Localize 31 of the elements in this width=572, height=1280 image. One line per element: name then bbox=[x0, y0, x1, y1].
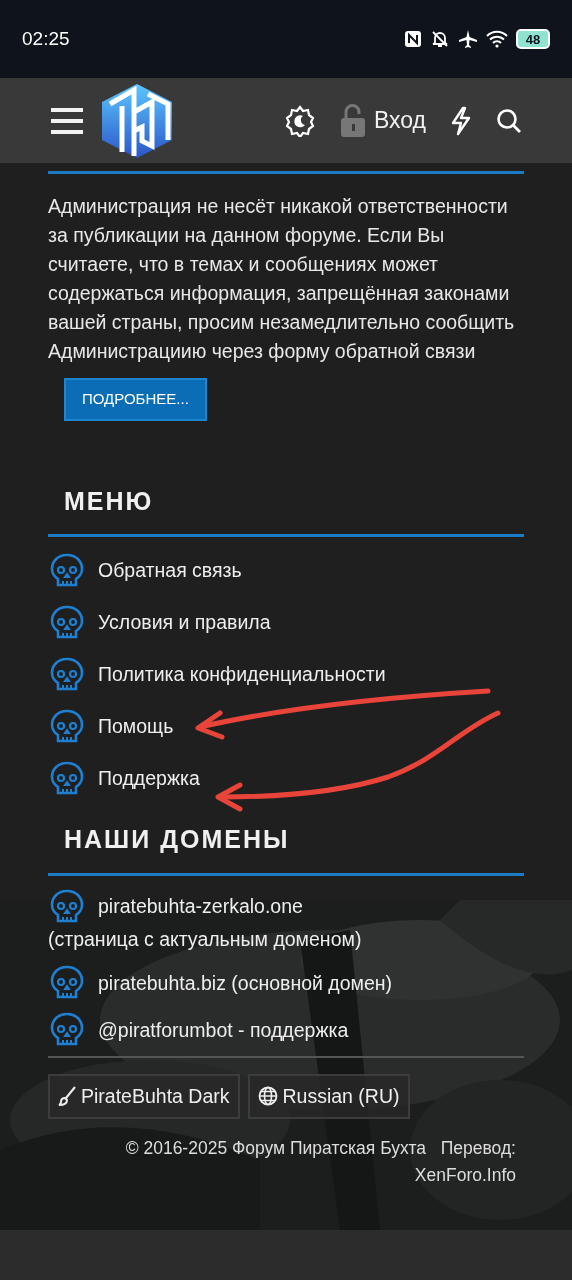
more-button[interactable]: ПОДРОБНЕЕ... bbox=[64, 378, 207, 421]
wifi-icon bbox=[486, 30, 508, 48]
disclaimer-text: Администрация не несёт никакой ответственности за публикации на данном форуме. Если Вы считаете, что в темах и сообщениях может содержаться информация, запрещённая законами вашей страны, просим незамедлительно сообщить Администрациию через форму обратной связи bbox=[48, 194, 516, 364]
menu-icon[interactable] bbox=[50, 106, 84, 135]
globe-icon bbox=[257, 1086, 278, 1107]
language-chooser-button[interactable]: Russian (RU) bbox=[247, 1073, 410, 1119]
search-icon[interactable] bbox=[496, 107, 522, 134]
logo-icon[interactable] bbox=[100, 81, 174, 160]
nfc-icon bbox=[404, 30, 422, 48]
brush-icon bbox=[58, 1086, 76, 1107]
airplane-icon bbox=[458, 29, 478, 49]
padlock-icon[interactable] bbox=[339, 103, 366, 138]
menu-link[interactable]: Обратная связь bbox=[48, 545, 524, 597]
status-time: 02:25 bbox=[22, 26, 70, 51]
section-heading: НАШИ ДОМЕНЫ bbox=[64, 824, 291, 855]
style-chooser-button[interactable]: PirateBuhta Dark bbox=[48, 1073, 240, 1119]
section-heading: МЕНЮ bbox=[64, 485, 155, 517]
theme-icon[interactable] bbox=[283, 104, 316, 137]
menu-link[interactable]: Помощь bbox=[48, 701, 524, 753]
domain-link[interactable]: piratebuhta.biz (основной домен) bbox=[48, 959, 524, 1007]
login-link[interactable]: Вход bbox=[373, 103, 426, 138]
lightning-icon[interactable] bbox=[450, 105, 472, 136]
translation-label: Перевод: bbox=[440, 1138, 516, 1158]
menu-link[interactable]: Политика конфиденциальности bbox=[48, 649, 524, 701]
menu-link[interactable]: Поддержка bbox=[48, 753, 524, 805]
copyright-text: © 2016-2025 Форум Пиратская Бухта bbox=[125, 1138, 427, 1158]
battery-level: 48 bbox=[525, 32, 541, 46]
translation-link[interactable]: XenForo.Info bbox=[414, 1165, 516, 1185]
menu-link[interactable]: Условия и правила bbox=[48, 597, 524, 649]
muted-bell-icon bbox=[430, 29, 450, 49]
domain-link[interactable]: @piratforumbot - поддержка bbox=[48, 1006, 524, 1054]
